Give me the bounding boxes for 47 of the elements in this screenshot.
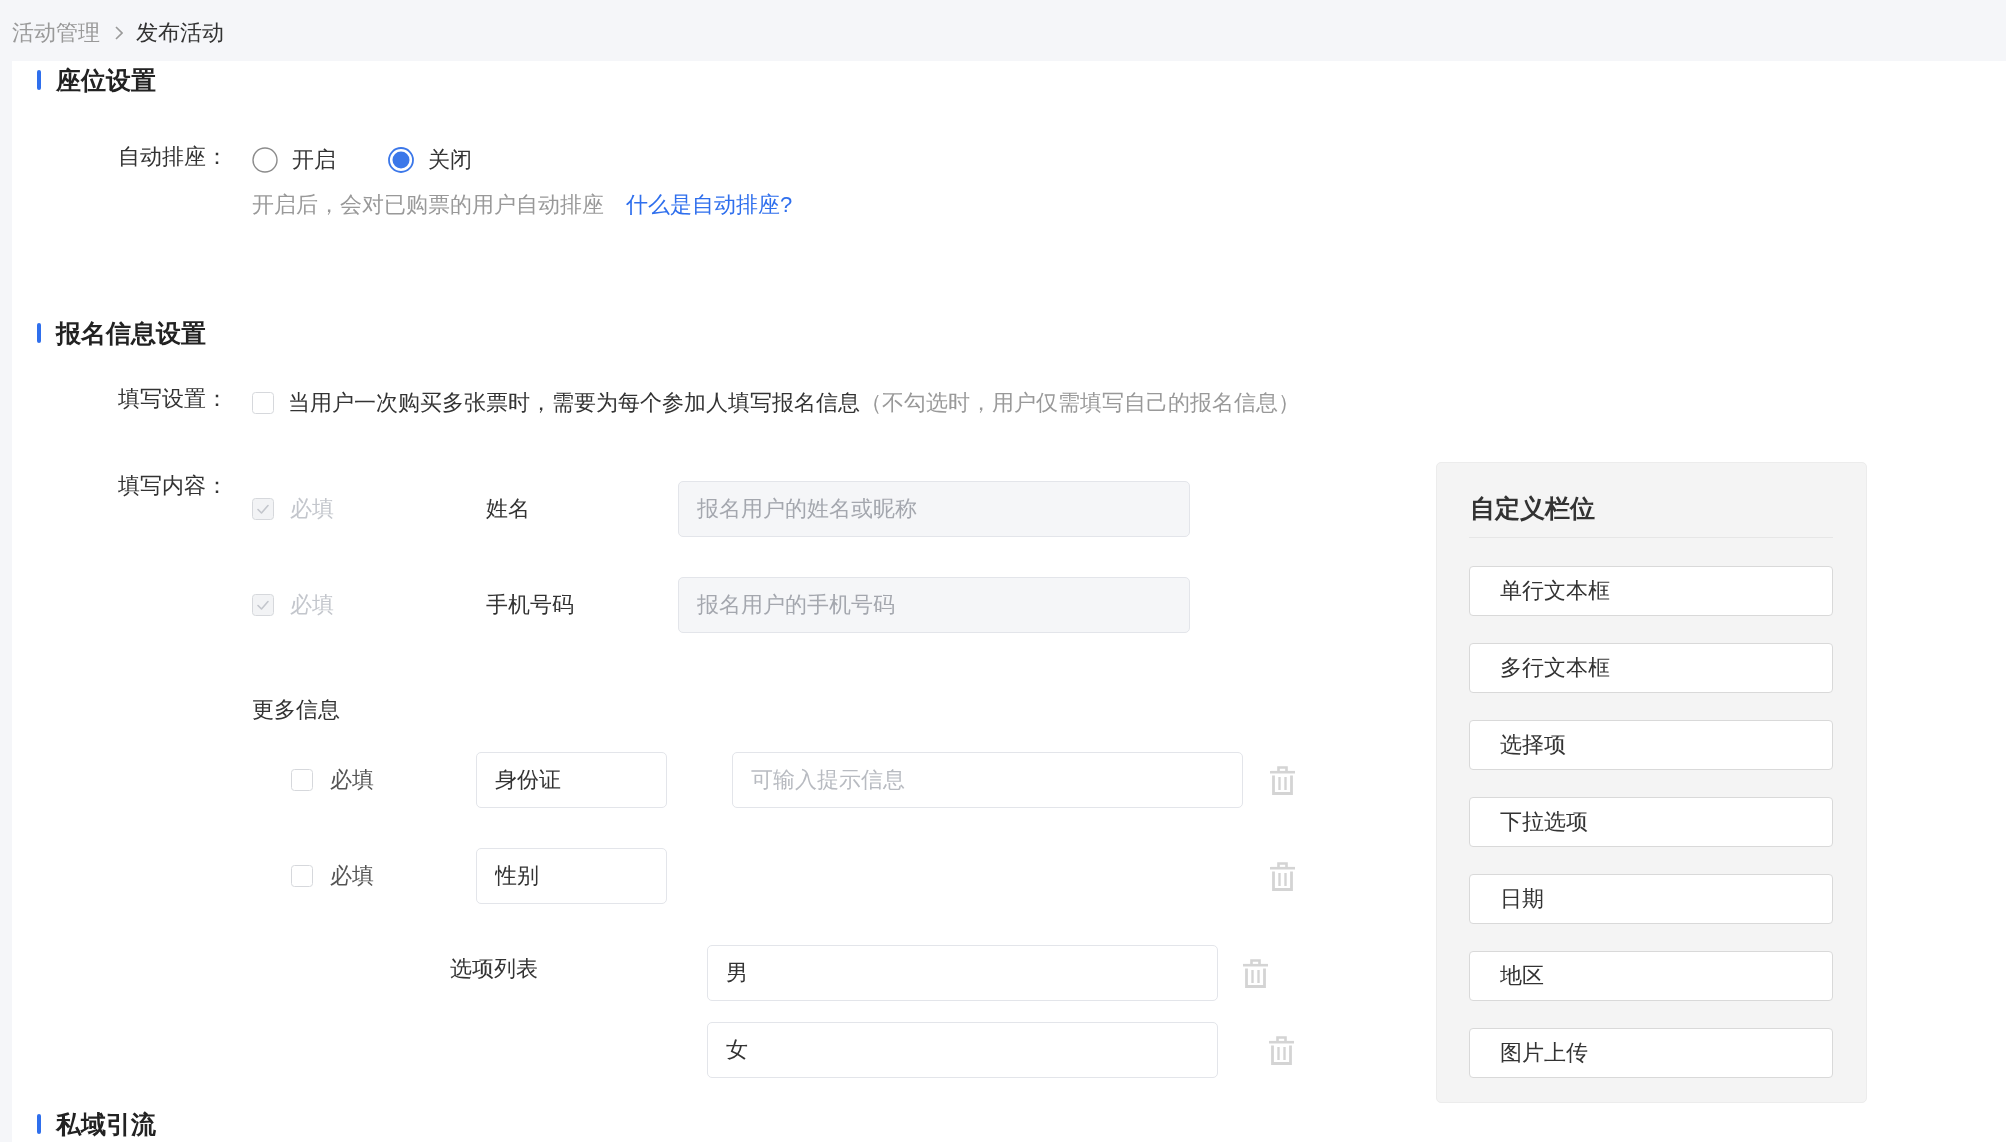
- required-label: 必填: [330, 862, 374, 890]
- text-input[interactable]: 性别: [476, 848, 667, 904]
- field-name: 姓名: [486, 496, 530, 521]
- help-link[interactable]: 什么是自动排座?: [626, 190, 793, 220]
- field-label: 选项列表: [450, 956, 538, 981]
- hint-text: （不勾选时，用户仅需填写自己的报名信息）: [860, 389, 1300, 417]
- accent-bar-icon: [37, 70, 41, 90]
- chevron-right-icon: [115, 25, 123, 40]
- field-type-button[interactable]: 多行文本框: [1469, 643, 1833, 693]
- checkbox-label: 当用户一次购买多张票时，需要为每个参加人填写报名信息: [288, 389, 860, 417]
- field-type-button[interactable]: 单行文本框: [1469, 566, 1833, 616]
- radio-label: 关闭: [428, 146, 472, 174]
- checkbox[interactable]: [291, 769, 313, 791]
- option-input[interactable]: 男: [707, 945, 1218, 1001]
- help-text: 开启后，会对已购票的用户自动排座: [252, 191, 604, 219]
- field-label: 填写设置：: [118, 386, 228, 411]
- section-title: 私域引流: [56, 1109, 156, 1139]
- field-type-button[interactable]: 地区: [1469, 951, 1833, 1001]
- breadcrumb-current: 发布活动: [136, 18, 224, 47]
- checkbox[interactable]: [252, 392, 274, 414]
- required-label: 必填: [330, 766, 374, 794]
- field-label: 填写内容：: [118, 473, 228, 498]
- radio-label: 开启: [292, 146, 336, 174]
- section-title: 报名信息设置: [56, 318, 206, 348]
- required-label: 必填: [290, 591, 334, 619]
- trash-icon[interactable]: [1269, 1035, 1294, 1065]
- radio-button[interactable]: [388, 147, 414, 173]
- accent-bar-icon: [37, 1114, 41, 1134]
- trash-icon[interactable]: [1270, 861, 1295, 891]
- radio-button[interactable]: [252, 147, 278, 173]
- field-label: 自动排座：: [118, 143, 228, 169]
- field-type-button[interactable]: 日期: [1469, 874, 1833, 924]
- field-type-button[interactable]: 下拉选项: [1469, 797, 1833, 847]
- trash-icon[interactable]: [1270, 765, 1295, 795]
- option-input[interactable]: 女: [707, 1022, 1218, 1078]
- accent-bar-icon: [37, 323, 41, 343]
- text-input[interactable]: 可输入提示信息: [732, 752, 1243, 808]
- text-input[interactable]: 身份证: [476, 752, 667, 808]
- field-type-button[interactable]: 选择项: [1469, 720, 1833, 770]
- required-label: 必填: [290, 495, 334, 523]
- trash-icon[interactable]: [1243, 958, 1268, 988]
- checkbox[interactable]: [291, 865, 313, 887]
- section-title: 座位设置: [56, 65, 156, 95]
- subsection-title: 更多信息: [252, 696, 340, 724]
- field-type-button[interactable]: 图片上传: [1469, 1028, 1833, 1078]
- panel-title: 自定义栏位: [1470, 493, 1595, 523]
- field-name: 手机号码: [486, 592, 574, 617]
